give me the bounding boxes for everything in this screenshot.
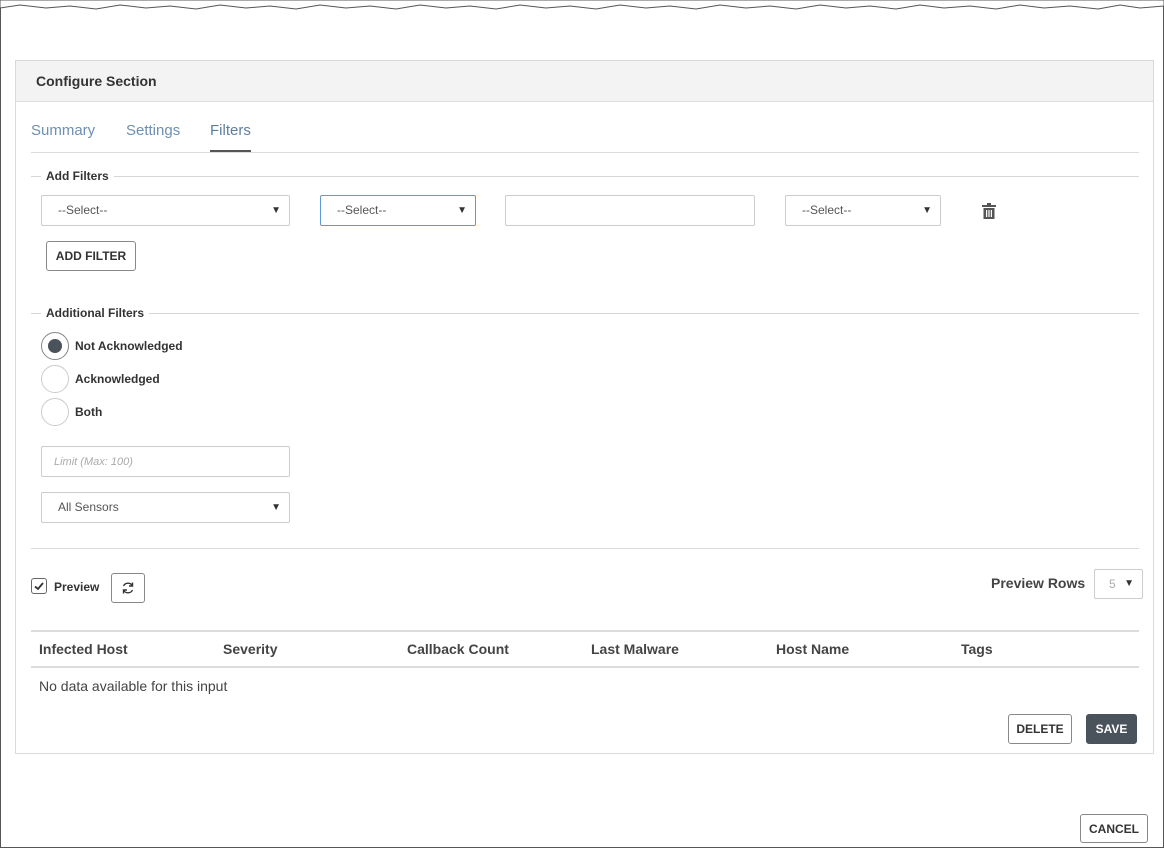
- configure-section-panel: Configure Section Summary Settings Filte…: [15, 60, 1154, 754]
- filter-value-input[interactable]: [505, 195, 755, 226]
- save-button[interactable]: SAVE: [1086, 714, 1137, 744]
- additional-filters-legend: Additional Filters: [31, 306, 1139, 322]
- column-header[interactable]: Host Name: [776, 641, 849, 657]
- filter-join-select[interactable]: --Select-- ▼: [785, 195, 941, 226]
- trash-icon[interactable]: [982, 203, 996, 219]
- limit-input[interactable]: [41, 446, 290, 477]
- filter-field-value: --Select--: [58, 203, 108, 217]
- column-header[interactable]: Callback Count: [407, 641, 509, 657]
- tab-summary[interactable]: Summary: [31, 121, 95, 152]
- column-header[interactable]: Tags: [961, 641, 993, 657]
- radio-both[interactable]: Both: [41, 398, 102, 426]
- chevron-down-icon: ▼: [271, 502, 281, 513]
- preview-rows-select[interactable]: 5 ▼: [1094, 569, 1143, 599]
- radio-button[interactable]: [41, 365, 69, 393]
- add-filters-label: Add Filters: [41, 169, 114, 184]
- check-icon: [34, 582, 44, 591]
- tab-filters[interactable]: Filters: [210, 121, 251, 152]
- refresh-icon: [122, 582, 134, 594]
- torn-edge: [0, 0, 1164, 10]
- filter-field-select[interactable]: --Select-- ▼: [41, 195, 290, 226]
- sensors-value: All Sensors: [58, 500, 119, 514]
- panel-title: Configure Section: [16, 61, 1153, 102]
- radio-label: Acknowledged: [75, 372, 160, 386]
- add-filters-legend: Add Filters: [31, 169, 1139, 185]
- preview-rows-value: 5: [1109, 577, 1116, 591]
- filter-join-value: --Select--: [802, 203, 852, 217]
- preview-rows-label: Preview Rows: [991, 575, 1086, 591]
- radio-label: Both: [75, 405, 103, 419]
- sensors-select[interactable]: All Sensors ▼: [41, 492, 290, 523]
- preview-label: Preview: [54, 580, 100, 594]
- chevron-down-icon: ▼: [457, 205, 467, 216]
- filter-operator-value: --Select--: [337, 203, 387, 217]
- table-header: Infected Host Severity Callback Count La…: [31, 630, 1139, 668]
- empty-table-message: No data available for this input: [39, 678, 228, 694]
- delete-button[interactable]: DELETE: [1008, 714, 1072, 744]
- add-filter-button[interactable]: ADD FILTER: [46, 241, 136, 271]
- radio-not-acknowledged[interactable]: Not Acknowledged: [41, 332, 183, 360]
- cancel-button[interactable]: CANCEL: [1080, 814, 1148, 843]
- column-header[interactable]: Severity: [223, 641, 277, 657]
- filter-operator-select[interactable]: --Select-- ▼: [320, 195, 476, 226]
- section-divider: [31, 548, 1139, 549]
- preview-checkbox[interactable]: [31, 578, 47, 594]
- radio-button[interactable]: [41, 398, 69, 426]
- radio-label: Not Acknowledged: [75, 339, 183, 353]
- column-header[interactable]: Last Malware: [591, 641, 679, 657]
- chevron-down-icon: ▼: [271, 205, 281, 216]
- refresh-button[interactable]: [111, 573, 145, 603]
- radio-acknowledged[interactable]: Acknowledged: [41, 365, 160, 393]
- tab-bar: Summary Settings Filters: [31, 121, 1139, 153]
- tab-settings[interactable]: Settings: [126, 121, 180, 152]
- chevron-down-icon: ▼: [1124, 578, 1134, 589]
- chevron-down-icon: ▼: [922, 205, 932, 216]
- radio-button[interactable]: [41, 332, 69, 360]
- additional-filters-label: Additional Filters: [41, 306, 150, 321]
- column-header[interactable]: Infected Host: [39, 641, 128, 657]
